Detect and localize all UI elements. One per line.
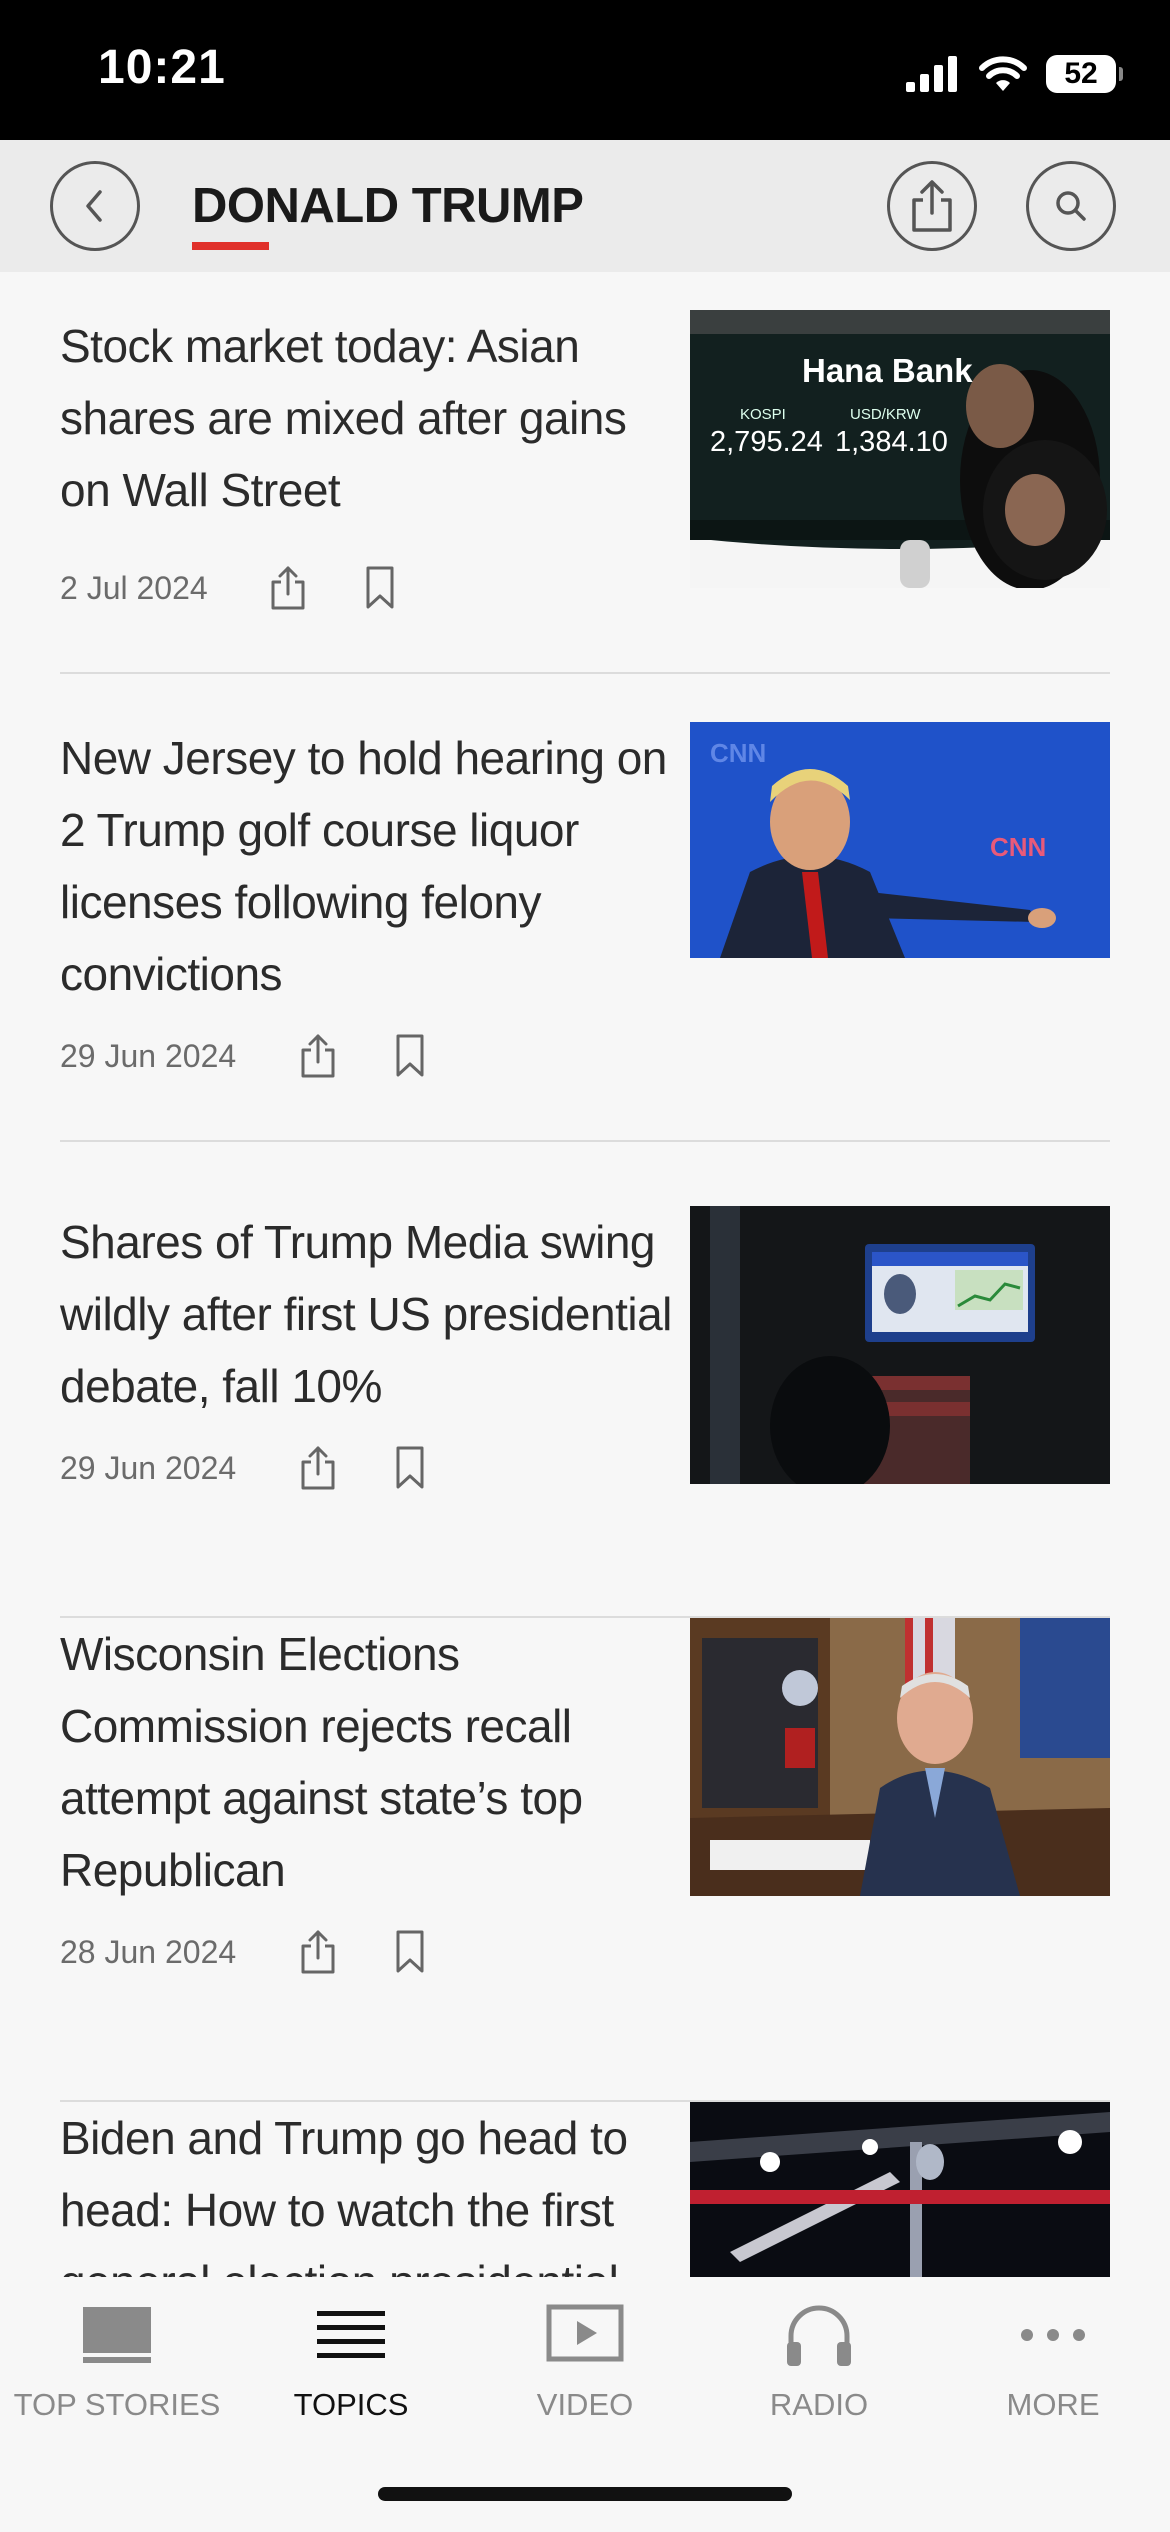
- search-icon: [1056, 191, 1086, 221]
- article-title[interactable]: New Jersey to hold hearing on 2 Trump go…: [60, 722, 680, 1010]
- trading-floor-image: [690, 1206, 1110, 1484]
- article-thumbnail[interactable]: [690, 1618, 1110, 1896]
- article-thumbnail[interactable]: [690, 1206, 1110, 1484]
- tab-video[interactable]: VIDEO: [468, 2297, 702, 2437]
- bookmark-icon: [366, 566, 394, 609]
- tab-label: RADIO: [769, 2387, 869, 2422]
- topics-list-icon: [301, 2297, 401, 2373]
- divider: [60, 1140, 1110, 1142]
- currency-label: USD/KRW: [850, 406, 921, 423]
- bookmark-icon: [396, 1930, 424, 1973]
- index-label: KOSPI: [740, 406, 786, 423]
- tab-label: MORE: [1006, 2387, 1100, 2422]
- tab-more[interactable]: MORE: [936, 2297, 1170, 2437]
- article-title[interactable]: Shares of Trump Media swing wildly after…: [60, 1206, 680, 1422]
- article-title[interactable]: Wisconsin Elections Commission rejects r…: [60, 1618, 680, 1906]
- article-title[interactable]: Stock market today: Asian shares are mix…: [60, 310, 680, 526]
- share-icon: [301, 1034, 335, 1078]
- article-meta: 29 Jun 2024: [60, 1028, 472, 1084]
- title-underline: [192, 242, 269, 250]
- status-time: 10:21: [98, 41, 226, 94]
- article-bookmark-button[interactable]: [350, 560, 410, 616]
- share-icon: [912, 180, 952, 232]
- battery-indicator: 52: [1046, 55, 1123, 93]
- backdrop-logo-text: CNN: [990, 832, 1047, 862]
- article-meta: 29 Jun 2024: [60, 1440, 472, 1496]
- tab-label: TOPICS: [293, 2387, 409, 2422]
- article-thumbnail[interactable]: CNN CNN: [690, 722, 1110, 958]
- article-bookmark-button[interactable]: [380, 1028, 440, 1084]
- page-title: DONALD TRUMP: [192, 179, 584, 233]
- article-date: 2 Jul 2024: [60, 569, 208, 606]
- article-item[interactable]: Wisconsin Elections Commission rejects r…: [60, 1618, 1110, 2102]
- tab-radio[interactable]: RADIO: [702, 2297, 936, 2437]
- bookmark-icon: [396, 1034, 424, 1077]
- video-play-icon: [535, 2297, 635, 2373]
- more-dots-icon: [1003, 2297, 1103, 2373]
- article-meta: 2 Jul 2024: [60, 560, 442, 616]
- headphones-icon: [769, 2297, 869, 2373]
- article-title[interactable]: Biden and Trump go head to head: How to …: [60, 2102, 680, 2277]
- article-share-button[interactable]: [258, 560, 318, 616]
- office-portrait-image: [690, 1618, 1110, 1896]
- share-icon: [301, 1446, 335, 1490]
- article-item[interactable]: Biden and Trump go head to head: How to …: [60, 2102, 1110, 2277]
- wifi-icon: [979, 56, 1027, 91]
- backdrop-logo-text: CNN: [710, 738, 767, 768]
- article-bookmark-button[interactable]: [380, 1440, 440, 1496]
- share-icon: [271, 566, 305, 610]
- debate-stage-image: [690, 2102, 1110, 2277]
- article-item[interactable]: Stock market today: Asian shares are mix…: [60, 310, 1110, 674]
- article-date: 28 Jun 2024: [60, 1933, 237, 1970]
- tab-top-stories[interactable]: TOP STORIES: [0, 2297, 234, 2437]
- back-button[interactable]: [50, 161, 140, 251]
- share-button[interactable]: [887, 161, 977, 251]
- article-share-button[interactable]: [288, 1440, 348, 1496]
- topic-header: DONALD TRUMP: [0, 140, 1170, 272]
- status-bar: 10:21 52: [0, 0, 1170, 140]
- article-share-button[interactable]: [288, 1924, 348, 1980]
- article-bookmark-button[interactable]: [380, 1924, 440, 1980]
- article-feed[interactable]: Stock market today: Asian shares are mix…: [0, 272, 1170, 2277]
- chevron-left-icon: [86, 190, 102, 222]
- home-indicator[interactable]: [378, 2487, 792, 2501]
- article-date: 29 Jun 2024: [60, 1037, 237, 1074]
- article-thumbnail[interactable]: [690, 2102, 1110, 2277]
- article-meta: 28 Jun 2024: [60, 1924, 472, 1980]
- article-thumbnail[interactable]: Hana Bank KOSPI 2,795.24 USD/KRW 1,384.1…: [690, 310, 1110, 588]
- search-button[interactable]: [1026, 161, 1116, 251]
- share-icon: [301, 1930, 335, 1974]
- article-item[interactable]: New Jersey to hold hearing on 2 Trump go…: [60, 722, 1110, 1142]
- tab-topics[interactable]: TOPICS: [234, 2297, 468, 2437]
- divider: [60, 672, 1110, 674]
- article-share-button[interactable]: [288, 1028, 348, 1084]
- article-item[interactable]: Shares of Trump Media swing wildly after…: [60, 1206, 1110, 1618]
- bank-brand-label: Hana Bank: [802, 352, 973, 389]
- screen: 10:21 52 DONALD TRUMP Stock market today…: [0, 0, 1170, 2532]
- top-stories-icon: [67, 2297, 167, 2373]
- status-icons: 52: [906, 50, 1123, 98]
- bookmark-icon: [396, 1446, 424, 1489]
- article-date: 29 Jun 2024: [60, 1449, 237, 1486]
- currency-value: 1,384.10: [835, 426, 948, 458]
- cellular-signal-icon: [906, 56, 957, 92]
- index-value: 2,795.24: [710, 426, 823, 458]
- tab-label: TOP STORIES: [13, 2387, 221, 2422]
- tab-label: VIDEO: [536, 2387, 634, 2422]
